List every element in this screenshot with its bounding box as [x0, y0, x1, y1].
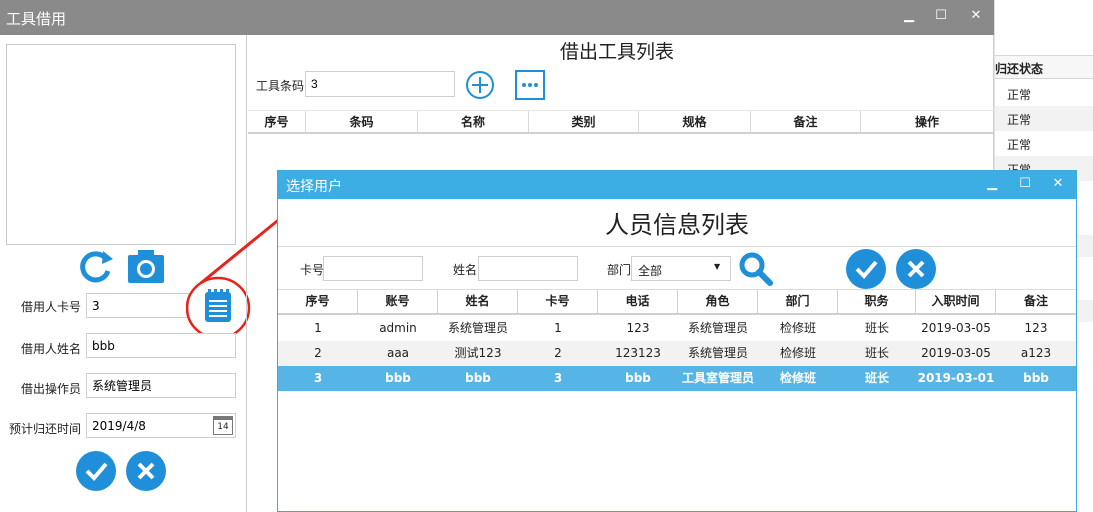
cell-card: 3: [553, 371, 563, 385]
cell-remark: 123: [1024, 321, 1048, 335]
column-header[interactable]: 入职时间: [916, 290, 996, 313]
cell-dept: 检修班: [779, 346, 816, 360]
cell-phone: bbb: [625, 371, 651, 385]
cell-name: 系统管理员: [447, 321, 508, 335]
cell-card: 2: [554, 346, 562, 360]
close-icon: [907, 260, 925, 278]
dialog-cancel-button[interactable]: [896, 249, 936, 289]
card-search-input[interactable]: [323, 256, 423, 281]
search-row: 卡号 姓名 部门 全部 ▼: [278, 246, 1076, 290]
cell-position: 班长: [864, 371, 889, 385]
cell-dept: 检修班: [779, 321, 816, 335]
column-header[interactable]: 卡号: [518, 290, 598, 313]
name-search-input[interactable]: [478, 256, 578, 281]
dept-select-value: 全部: [638, 264, 663, 278]
column-header[interactable]: 角色: [678, 290, 758, 313]
cell-position: 班长: [864, 321, 889, 335]
dept-select[interactable]: 全部 ▼: [631, 256, 731, 281]
cell-index: 2: [314, 346, 322, 360]
cell-hire-date: 2019-03-01: [917, 371, 995, 385]
cell-phone: 123123: [615, 346, 661, 360]
check-icon: [855, 260, 878, 279]
cell-phone: 123: [626, 321, 650, 335]
dialog-heading: 人员信息列表: [605, 211, 749, 239]
cell-dept: 检修班: [779, 371, 816, 385]
cell-hire-date: 2019-03-05: [921, 346, 991, 360]
table-row[interactable]: 1 admin 系统管理员 1 123 系统管理员 检修班 班长 2019-03…: [278, 316, 1076, 341]
cell-role: 系统管理员: [687, 346, 748, 360]
select-user-dialog: 选择用户 ▁ ☐ ✕ 人员信息列表 卡号 姓名 部门 全部 ▼ 序号 账号 姓名…: [277, 170, 1077, 512]
cell-index: 3: [313, 371, 323, 385]
search-icon[interactable]: [738, 251, 774, 287]
cell-remark: bbb: [1023, 371, 1049, 385]
column-header[interactable]: 序号: [278, 290, 358, 313]
cell-position: 班长: [864, 346, 889, 360]
name-search-label: 姓名: [453, 263, 478, 277]
cell-account: aaa: [386, 346, 410, 360]
dept-label: 部门: [607, 263, 632, 277]
dialog-minimize-button[interactable]: ▁: [981, 176, 1003, 191]
table-row-selected[interactable]: 3 bbb bbb 3 bbb 工具室管理员 检修班 班长 2019-03-01…: [278, 366, 1076, 391]
cell-card: 1: [554, 321, 562, 335]
column-header[interactable]: 姓名: [438, 290, 518, 313]
card-search-label: 卡号: [300, 263, 325, 277]
dialog-title: 选择用户: [286, 179, 342, 195]
column-header[interactable]: 电话: [598, 290, 678, 313]
cell-role: 工具室管理员: [681, 371, 754, 385]
cell-name: 测试123: [454, 346, 502, 360]
table-row[interactable]: 2 aaa 测试123 2 123123 系统管理员 检修班 班长 2019-0…: [278, 341, 1076, 366]
chevron-down-icon: ▼: [714, 262, 721, 271]
dialog-confirm-button[interactable]: [846, 249, 886, 289]
dialog-maximize-button[interactable]: ☐: [1014, 176, 1036, 191]
dialog-close-button[interactable]: ✕: [1047, 176, 1069, 191]
cell-hire-date: 2019-03-05: [921, 321, 991, 335]
column-header[interactable]: 部门: [758, 290, 838, 313]
cell-remark: a123: [1020, 346, 1052, 360]
cell-role: 系统管理员: [687, 321, 748, 335]
cell-index: 1: [314, 321, 322, 335]
cell-account: admin: [379, 321, 417, 335]
cell-name: bbb: [465, 371, 491, 385]
column-header[interactable]: 备注: [996, 290, 1076, 313]
dialog-titlebar: 选择用户 ▁ ☐ ✕: [278, 171, 1076, 199]
column-header[interactable]: 职务: [838, 290, 916, 313]
column-header[interactable]: 账号: [358, 290, 438, 313]
cell-account: bbb: [385, 371, 411, 385]
user-table-header: 序号 账号 姓名 卡号 电话 角色 部门 职务 入职时间 备注: [278, 290, 1076, 315]
